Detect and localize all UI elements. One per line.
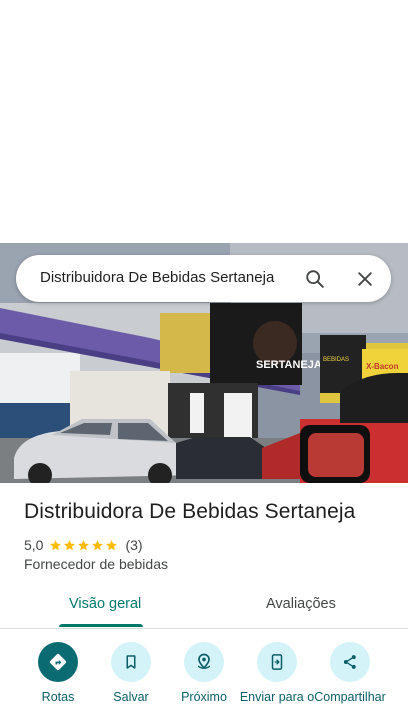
place-title: Distribuidora De Bebidas Sertaneja (24, 500, 356, 523)
nearby-icon (184, 642, 224, 682)
place-category: Fornecedor de bebidas (24, 556, 168, 572)
directions-label: Rotas (41, 690, 75, 704)
side-sign-small-text: BEBIDAS (323, 357, 349, 363)
send-to-phone-icon (257, 642, 297, 682)
rating-value: 5,0 (24, 537, 44, 553)
storefront-sign-text: SERTANEJA (256, 359, 322, 371)
rating-stars (49, 539, 119, 552)
tab-overview[interactable]: Visão geral (69, 596, 141, 612)
send-to-phone-label: Enviar para o (239, 690, 315, 704)
search-icon[interactable] (302, 266, 328, 292)
directions-icon (38, 642, 78, 682)
star-icon (78, 539, 90, 550)
share-label: Compartilhar (314, 690, 386, 704)
tab-bar: Visão geral Avaliações (0, 588, 408, 629)
save-button[interactable]: Salvar (91, 642, 171, 704)
nearby-button[interactable]: Próximo (164, 642, 244, 704)
star-icon (50, 539, 62, 550)
side-sign-text: X-Bacon (366, 362, 399, 371)
star-icon (106, 539, 118, 550)
review-count: (3) (125, 537, 143, 553)
share-icon (330, 642, 370, 682)
directions-button[interactable]: Rotas (18, 642, 98, 704)
active-tab-indicator (59, 624, 143, 627)
close-icon[interactable] (352, 266, 378, 292)
share-button[interactable]: Compartilhar (310, 642, 390, 704)
star-icon (92, 539, 104, 550)
search-bar[interactable]: Distribuidora De Bebidas Sertaneja (16, 255, 391, 302)
search-input[interactable]: Distribuidora De Bebidas Sertaneja (40, 269, 274, 286)
send-to-phone-button[interactable]: Enviar para o (237, 642, 317, 704)
rating-row[interactable]: 5,0 (3) (24, 536, 143, 554)
tab-reviews[interactable]: Avaliações (266, 596, 336, 612)
nearby-label: Próximo (181, 690, 227, 704)
save-label: Salvar (113, 690, 149, 704)
bookmark-icon (111, 642, 151, 682)
star-icon (64, 539, 76, 550)
